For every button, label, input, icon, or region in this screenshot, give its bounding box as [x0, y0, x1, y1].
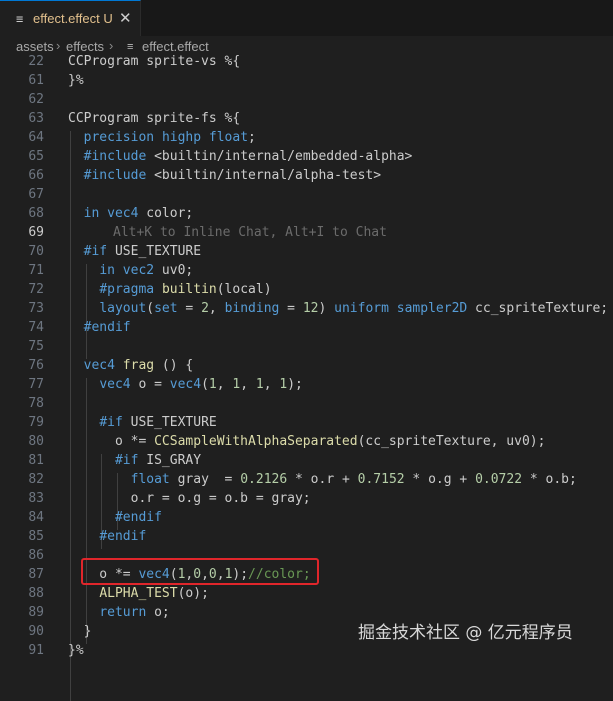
- tab-title: effect.effect U: [33, 11, 113, 26]
- line-number: 75: [28, 339, 44, 354]
- code-line: return o;: [99, 605, 170, 620]
- code-line: float gray = 0.2126 * o.r + 0.7152 * o.g…: [130, 472, 577, 487]
- code-line: #if IS_GRAY: [114, 453, 202, 468]
- code-line: ALPHA_TEST(o);: [99, 586, 209, 601]
- line-number: 66: [28, 168, 44, 183]
- code-line: o.r = o.g = o.b = gray;: [68, 491, 311, 506]
- line-number: 81: [28, 453, 44, 468]
- line-number: 64: [28, 130, 44, 145]
- code-line: }%: [68, 73, 84, 88]
- code-line: in vec4 color;: [83, 206, 194, 221]
- code-line: o *= CCSampleWithAlphaSeparated(cc_sprit…: [68, 434, 546, 449]
- line-number: 86: [28, 548, 44, 563]
- line-number: 78: [28, 396, 44, 411]
- lines-icon: ≡: [16, 12, 24, 26]
- line-number: 88: [28, 586, 44, 601]
- line-number: 62: [28, 92, 44, 107]
- code-line: }%: [68, 643, 84, 658]
- line-number: 22: [28, 54, 44, 69]
- breadcrumb-separator: ›: [56, 38, 61, 53]
- watermark: 掘金技术社区 @ 亿元程序员: [358, 623, 573, 643]
- line-number: 87: [28, 567, 44, 582]
- code-line: layout(set = 2, binding = 12) uniform sa…: [99, 301, 609, 316]
- code-line: #endif: [83, 320, 131, 335]
- line-number: 68: [28, 206, 44, 221]
- code-line: vec4 frag () {: [83, 358, 194, 373]
- code-line: #if USE_TEXTURE: [83, 244, 202, 259]
- line-number: 61: [28, 73, 44, 88]
- code-line: #include <builtin/internal/embedded-alph…: [83, 149, 413, 164]
- line-number: 79: [28, 415, 44, 430]
- code-line: CCProgram sprite-vs %{: [68, 54, 241, 69]
- line-number: 63: [28, 111, 44, 126]
- line-number: 82: [28, 472, 44, 487]
- line-number: 89: [28, 605, 44, 620]
- tab-bar: ≡ effect.effect U ✕: [0, 0, 613, 37]
- line-number: 73: [28, 301, 44, 316]
- close-icon[interactable]: ✕: [119, 10, 132, 26]
- code-line: precision highp float;: [83, 130, 256, 145]
- line-number: 90: [28, 624, 44, 639]
- line-number: 91: [28, 643, 44, 658]
- line-number: 65: [28, 149, 44, 164]
- line-number: 70: [28, 244, 44, 259]
- code-line: #endif: [99, 529, 147, 544]
- tab-effect-effect[interactable]: ≡ effect.effect U ✕: [0, 0, 141, 36]
- code-line: CCProgram sprite-fs %{: [68, 111, 241, 126]
- code-line: #pragma builtin(local): [99, 282, 272, 297]
- code-line: #if USE_TEXTURE: [99, 415, 217, 430]
- line-number: 77: [28, 377, 44, 392]
- code-line: }: [68, 624, 92, 639]
- line-number: 71: [28, 263, 44, 278]
- line-number: 67: [28, 187, 44, 202]
- highlight-box: [81, 558, 319, 585]
- line-number: 84: [28, 510, 44, 525]
- line-number-active: 69: [28, 225, 44, 240]
- line-number: 80: [28, 434, 44, 449]
- line-number: 74: [28, 320, 44, 335]
- inline-chat-hint: Alt+K to Inline Chat, Alt+I to Chat: [113, 225, 387, 240]
- code-line: #include <builtin/internal/alpha-test>: [83, 168, 382, 183]
- line-number: 72: [28, 282, 44, 297]
- code-line: vec4 o = vec4(1, 1, 1, 1);: [99, 377, 303, 392]
- code-line: #endif: [114, 510, 162, 525]
- code-line: in vec2 uv0;: [99, 263, 194, 278]
- line-number: 76: [28, 358, 44, 373]
- line-number: 85: [28, 529, 44, 544]
- line-number: 83: [28, 491, 44, 506]
